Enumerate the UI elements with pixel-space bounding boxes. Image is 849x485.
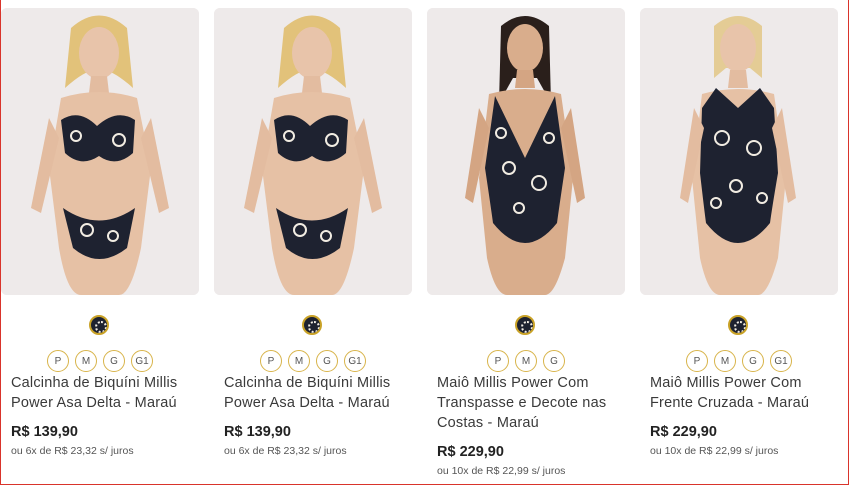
color-swatch[interactable] — [728, 315, 748, 335]
color-swatch[interactable] — [515, 315, 535, 335]
size-option[interactable]: G — [103, 350, 125, 372]
product-name[interactable]: Maiô Millis Power Com Frente Cruzada - M… — [650, 373, 840, 413]
size-option[interactable]: G — [742, 350, 764, 372]
product-image[interactable] — [427, 8, 625, 295]
product-image[interactable] — [640, 8, 838, 295]
size-options: P M G G1 — [1, 350, 199, 372]
model-bikini-photo-icon — [214, 8, 412, 295]
product-name[interactable]: Maiô Millis Power Com Transpasse e Decot… — [437, 373, 627, 433]
product-price: R$ 139,90 — [11, 424, 78, 440]
product-price: R$ 229,90 — [650, 424, 717, 440]
size-option[interactable]: G — [543, 350, 565, 372]
model-swimsuit-photo-icon — [427, 8, 625, 295]
product-name[interactable]: Calcinha de Biquíni Millis Power Asa Del… — [11, 373, 201, 413]
size-option[interactable]: P — [487, 350, 509, 372]
model-bikini-photo-icon — [1, 8, 199, 295]
size-option[interactable]: P — [686, 350, 708, 372]
size-option[interactable]: P — [260, 350, 282, 372]
size-option[interactable]: P — [47, 350, 69, 372]
size-option[interactable]: M — [75, 350, 97, 372]
product-image[interactable] — [214, 8, 412, 295]
installments-text: ou 6x de R$ 23,32 s/ juros — [11, 445, 134, 457]
installments-text: ou 10x de R$ 22,99 s/ juros — [650, 445, 779, 457]
size-option[interactable]: G1 — [770, 350, 792, 372]
model-swimsuit-photo-icon — [640, 8, 838, 295]
size-option[interactable]: M — [515, 350, 537, 372]
size-option[interactable]: M — [288, 350, 310, 372]
size-options: P M G G1 — [640, 350, 838, 372]
installments-text: ou 10x de R$ 22,99 s/ juros — [437, 465, 566, 477]
installments-text: ou 6x de R$ 23,32 s/ juros — [224, 445, 347, 457]
size-options: P M G G1 — [214, 350, 412, 372]
product-image[interactable] — [1, 8, 199, 295]
color-swatch[interactable] — [89, 315, 109, 335]
size-option[interactable]: G — [316, 350, 338, 372]
product-grid: P M G G1 Calcinha de Biquíni Millis Powe… — [0, 0, 849, 485]
size-option[interactable]: G1 — [344, 350, 366, 372]
product-price: R$ 139,90 — [224, 424, 291, 440]
size-option[interactable]: G1 — [131, 350, 153, 372]
product-name[interactable]: Calcinha de Biquíni Millis Power Asa Del… — [224, 373, 414, 413]
product-price: R$ 229,90 — [437, 444, 504, 460]
size-options: P M G — [427, 350, 625, 372]
size-option[interactable]: M — [714, 350, 736, 372]
color-swatch[interactable] — [302, 315, 322, 335]
